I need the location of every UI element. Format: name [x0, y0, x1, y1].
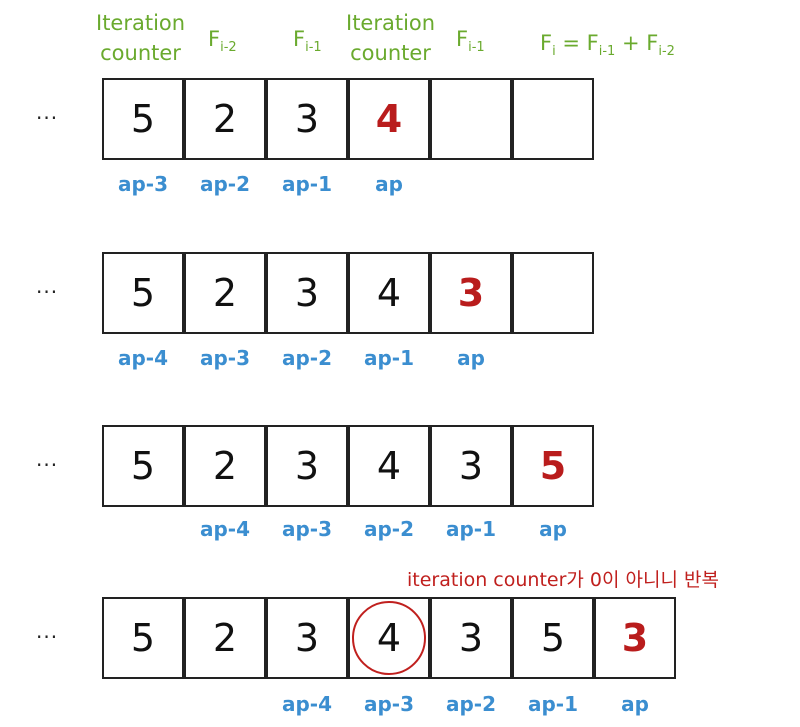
array-cell: 3 — [594, 597, 676, 679]
ellipsis: ... — [36, 100, 59, 124]
formula-f: F — [540, 31, 553, 55]
iteration-note: iteration counter가 0이 아니니 반복 — [407, 569, 719, 591]
pointer-label: ap-1 — [281, 172, 333, 196]
array-cell: 5 — [102, 425, 184, 507]
ellipsis: ... — [36, 274, 59, 298]
array-cell — [512, 252, 594, 334]
pointer-label: ap-3 — [199, 346, 251, 370]
header-text: F — [293, 27, 306, 51]
header-text-line2: counter — [350, 41, 431, 65]
array-cell: 3 — [266, 78, 348, 160]
header-f-i-1: Fi-1 — [293, 24, 322, 63]
array-cell: 5 — [102, 597, 184, 679]
pointer-label: ap-4 — [281, 692, 333, 716]
ellipsis: ... — [36, 447, 59, 471]
array-cell: 4 — [348, 252, 430, 334]
array-cell: 3 — [266, 597, 348, 679]
header-f-i-1-b: Fi-1 — [456, 24, 485, 63]
pointer-label: ap-1 — [445, 517, 497, 541]
array-cell: 5 — [512, 597, 594, 679]
array-cell: 3 — [266, 252, 348, 334]
header-text: Iteration — [346, 11, 436, 35]
array-cell: 3 — [430, 597, 512, 679]
pointer-label: ap-4 — [117, 346, 169, 370]
header-iteration-counter-2: Iteration counter — [346, 8, 435, 68]
header-text-line2: counter — [100, 41, 181, 65]
array-cell: 5 — [512, 425, 594, 507]
pointer-label: ap-1 — [527, 692, 579, 716]
array-cell: 3 — [266, 425, 348, 507]
ellipsis: ... — [36, 619, 59, 643]
formula-sub-i-1: i-1 — [598, 44, 616, 59]
header-subscript: i-2 — [220, 40, 237, 55]
array-cell: 4 — [348, 425, 430, 507]
array-cell: 2 — [184, 425, 266, 507]
array-cell: 2 — [184, 78, 266, 160]
pointer-label: ap-2 — [445, 692, 497, 716]
pointer-label: ap — [457, 346, 485, 370]
pointer-label: ap-4 — [199, 517, 251, 541]
pointer-label: ap — [621, 692, 649, 716]
pointer-label: ap-2 — [199, 172, 251, 196]
array-cell: 5 — [102, 78, 184, 160]
header-text: F — [456, 27, 469, 51]
iteration-counter-circle — [352, 601, 426, 675]
array-cell — [512, 78, 594, 160]
pointer-label: ap-2 — [363, 517, 415, 541]
array-cell — [430, 78, 512, 160]
header-iteration-counter-1: Iteration counter — [96, 8, 185, 68]
header-f-i-2: Fi-2 — [208, 24, 237, 63]
pointer-label: ap-3 — [281, 517, 333, 541]
pointer-label: ap-2 — [281, 346, 333, 370]
header-text: F — [208, 27, 221, 51]
header-formula: Fi = Fi-1 + Fi-2 — [540, 28, 675, 67]
array-cell: 2 — [184, 597, 266, 679]
array-cell: 5 — [102, 252, 184, 334]
pointer-label: ap-3 — [117, 172, 169, 196]
pointer-label: ap — [375, 172, 403, 196]
pointer-label: ap-3 — [363, 692, 415, 716]
array-cell: 4 — [348, 78, 430, 160]
formula-plus: + F — [615, 31, 659, 55]
array-cell: 3 — [430, 425, 512, 507]
array-cell: 2 — [184, 252, 266, 334]
formula-eq: = F — [555, 31, 599, 55]
header-subscript: i-1 — [468, 40, 485, 55]
pointer-label: ap-1 — [363, 346, 415, 370]
header-subscript: i-1 — [305, 40, 322, 55]
header-text: Iteration — [96, 11, 186, 35]
formula-sub-i-2: i-2 — [658, 44, 675, 59]
array-cell: 3 — [430, 252, 512, 334]
pointer-label: ap — [539, 517, 567, 541]
